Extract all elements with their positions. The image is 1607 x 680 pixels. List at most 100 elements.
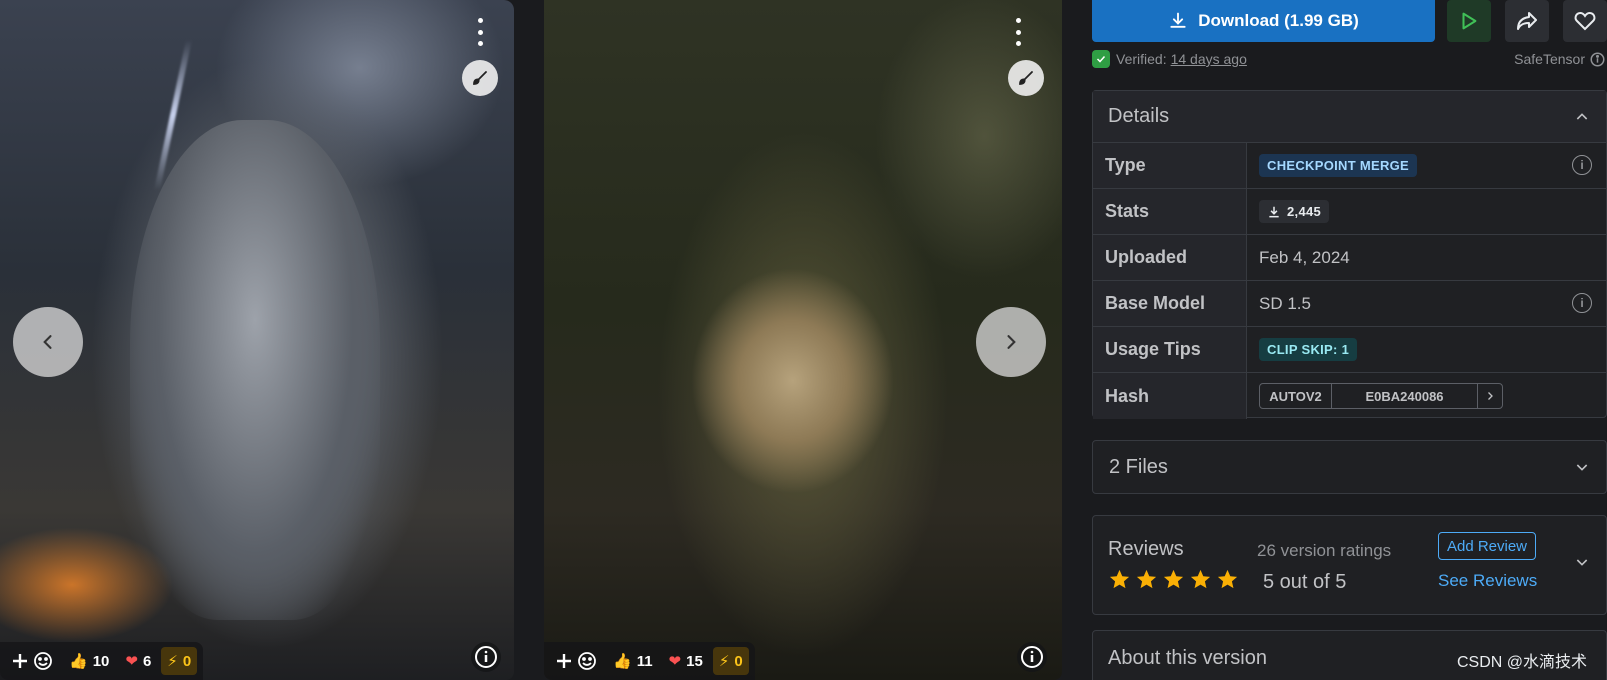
details-accordion: Details Type CHECKPOINT MERGE i Stats 2,… [1092,90,1607,419]
info-icon[interactable] [1590,52,1605,67]
average-rating: 5 out of 5 [1263,571,1347,593]
detail-value-stats: 2,445 [1247,189,1606,234]
reviews-count: 26 version ratings [1257,541,1392,560]
star-icon [1163,569,1184,589]
add-reaction-button[interactable] [550,647,603,675]
upload-date: Feb 4, 2024 [1259,247,1350,267]
chevron-right-icon [1007,335,1016,349]
heart-count: 6 [142,652,152,670]
action-row: Download (1.99 GB) [1092,0,1607,42]
hash-value[interactable]: E0BA240086 [1332,384,1478,408]
detail-label: Type [1093,143,1247,188]
gallery-image-card-2[interactable]: 👍 11 ❤ 15 ⚡ 0 [544,0,1062,680]
card-menu-dots-icon[interactable] [1006,14,1030,50]
model-version-panel: Download (1.99 GB) Verified: 14 days ago… [1092,0,1607,680]
detail-row-usage-tips: Usage Tips CLIP SKIP: 1 [1093,327,1606,373]
brush-icon [473,71,487,85]
heart-icon: ❤ [668,653,682,670]
star-icon [1217,569,1238,589]
file-format: SafeTensor [1514,51,1605,67]
clip-skip-badge: CLIP SKIP: 1 [1259,338,1358,361]
detail-label: Stats [1093,189,1247,234]
brush-icon [1019,71,1033,85]
smiley-icon [578,652,596,670]
detail-row-type: Type CHECKPOINT MERGE i [1093,143,1606,189]
info-icon[interactable]: i [1572,293,1592,313]
see-reviews-link[interactable]: See Reviews [1438,571,1537,591]
add-review-button[interactable]: Add Review [1438,532,1536,560]
download-label: Download (1.99 GB) [1198,11,1359,30]
detail-row-hash: Hash AUTOV2 E0BA240086 [1093,373,1606,419]
details-header[interactable]: Details [1093,91,1606,143]
image-info-button[interactable] [1017,642,1047,672]
share-button[interactable] [1505,0,1549,42]
share-icon [1517,12,1537,30]
star-rating [1108,568,1239,591]
thumbs-up-icon: 👍 [69,653,88,670]
buzz-tip-button[interactable]: ⚡ 0 [712,647,749,675]
download-count: 2,445 [1287,204,1322,219]
image-info-button[interactable] [471,642,501,672]
previous-image-button[interactable] [13,307,83,377]
hash-algorithm: AUTOV2 [1260,384,1332,408]
chevron-down-icon [1576,464,1588,471]
heart-reaction[interactable]: ❤ 6 [119,647,157,675]
reaction-bar: 👍 11 ❤ 15 ⚡ 0 [544,642,755,680]
next-image-button[interactable] [976,307,1046,377]
star-icon [1136,569,1157,589]
like-model-button[interactable] [1563,0,1607,42]
detail-row-uploaded: Uploaded Feb 4, 2024 [1093,235,1606,281]
files-accordion[interactable]: 2 Files [1092,440,1607,494]
smiley-icon [34,652,52,670]
verified-shield-icon [1092,50,1110,68]
heart-icon: ❤ [125,653,138,670]
verified-label: Verified: [1116,51,1167,67]
details-title: Details [1108,105,1170,127]
heart-reaction[interactable]: ❤ 15 [663,647,709,675]
like-count: 11 [636,652,653,670]
armored-dragon-figure [130,120,380,620]
buzz-tip-button[interactable]: ⚡ 0 [161,647,198,675]
watermark: CSDN @水滴技术 [1456,654,1587,671]
reviews-title: Reviews [1108,538,1184,560]
remix-brush-button[interactable] [1008,60,1044,96]
reviews-accordion: Reviews 26 version ratings 5 out of 5 Ad… [1092,515,1607,615]
buzz-count: 0 [182,652,192,670]
heart-count: 15 [686,652,703,670]
model-type-badge: CHECKPOINT MERGE [1259,154,1418,177]
info-icon[interactable]: i [1572,155,1592,175]
lightning-icon: ⚡ [167,653,178,670]
plus-icon [557,654,571,668]
like-reaction[interactable]: 👍 11 [607,647,659,675]
run-model-button[interactable] [1447,0,1491,42]
download-count-badge: 2,445 [1259,200,1330,223]
download-icon [1269,206,1279,217]
info-icon [475,646,497,668]
detail-value-usage-tips: CLIP SKIP: 1 [1247,327,1606,372]
add-reaction-button[interactable] [6,647,59,675]
download-button[interactable]: Download (1.99 GB) [1092,0,1435,42]
heart-outline-icon [1574,11,1596,31]
info-icon [1021,646,1043,668]
thumbs-up-icon: 👍 [613,653,632,670]
star-icon [1190,569,1211,589]
gallery-image-card-1[interactable]: 👍 10 ❤ 6 ⚡ 0 [0,0,514,680]
detail-label: Base Model [1093,281,1247,326]
reaction-bar: 👍 10 ❤ 6 ⚡ 0 [0,642,204,680]
detail-label: Usage Tips [1093,327,1247,372]
hash-copy-group[interactable]: AUTOV2 E0BA240086 [1259,383,1503,409]
like-reaction[interactable]: 👍 10 [63,647,115,675]
buzz-count: 0 [734,652,743,670]
verified-date-link[interactable]: 14 days ago [1171,51,1247,67]
star-icon [1109,569,1130,589]
detail-label: Uploaded [1093,235,1247,280]
next-hash-button[interactable] [1478,384,1502,408]
chevron-up-icon [1576,112,1588,120]
chevron-left-icon [43,335,52,349]
detail-value-hash: AUTOV2 E0BA240086 [1247,373,1606,419]
verification-row: Verified: 14 days ago SafeTensor [1092,48,1607,70]
remix-brush-button[interactable] [462,60,498,96]
chevron-down-icon[interactable] [1574,554,1590,570]
card-menu-dots-icon[interactable] [468,14,492,50]
file-format-label: SafeTensor [1514,51,1585,67]
